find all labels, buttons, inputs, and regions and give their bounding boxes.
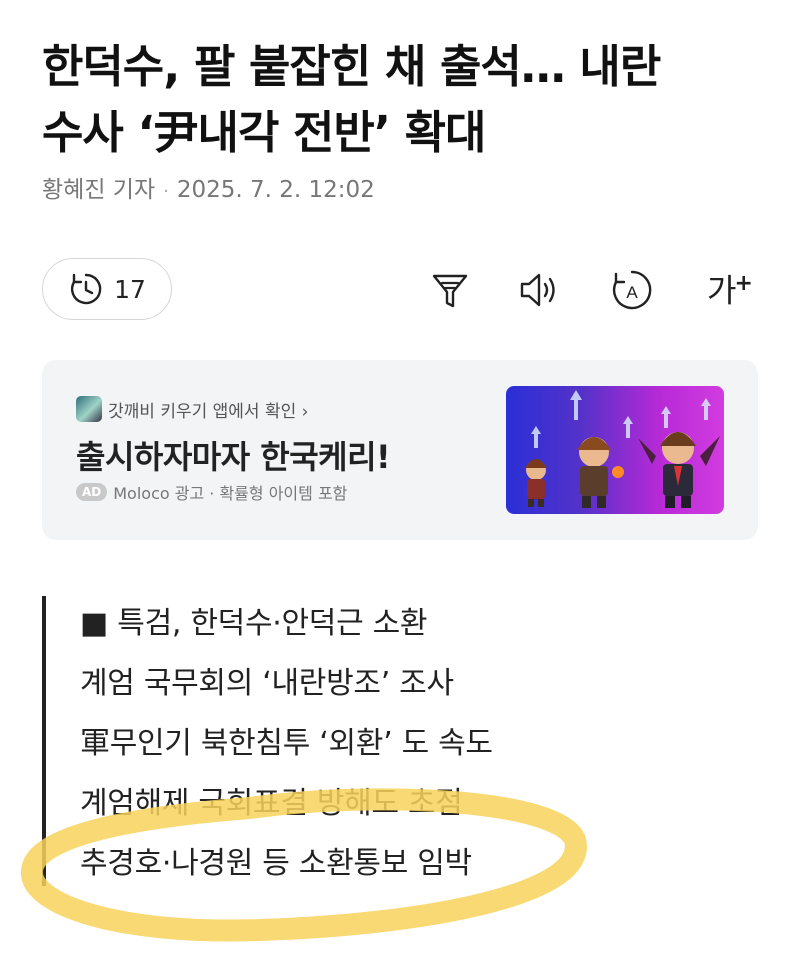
summary-line: ■ 특검, 한덕수·안덕근 소환 <box>80 606 428 641</box>
comment-button[interactable]: 17 <box>42 258 172 320</box>
ad-source[interactable]: 갓깨비 키우기 앱에서 확인 › <box>76 396 308 422</box>
article-toolbar: 17 A 가+ <box>42 258 758 322</box>
ad-source-label: 갓깨비 키우기 앱에서 확인 › <box>108 401 309 422</box>
byline-separator: · <box>163 181 169 202</box>
speaker-icon <box>520 273 555 307</box>
font-size-label: 가 <box>707 271 737 310</box>
translate-icon: A <box>612 270 652 310</box>
app-icon <box>76 396 102 422</box>
font-size-button[interactable]: 가+ <box>702 268 758 312</box>
game-characters-image <box>525 390 720 508</box>
summary-line: 軍무인기 북한침투 ‘외환’ 도 속도 <box>80 726 493 761</box>
headline-line-1: 한덕수, 팔 붙잡힌 채 출석… 내란 <box>42 40 661 94</box>
svg-text:A: A <box>626 283 638 302</box>
filter-icon <box>432 274 468 308</box>
font-size-plus: + <box>734 271 753 297</box>
article-headline: 한덕수, 팔 붙잡힌 채 출석… 내란 수사 ‘尹내각 전반’ 확대 <box>42 34 762 166</box>
summary-line: 계엄 국무회의 ‘내란방조’ 조사 <box>80 666 454 701</box>
ad-image[interactable] <box>506 386 724 514</box>
author-name[interactable]: 황혜진 기자 <box>42 177 155 203</box>
clock-icon <box>71 273 102 305</box>
comment-count: 17 <box>114 274 146 304</box>
font-size-icon: 가+ <box>707 273 753 307</box>
ad-meta: AD Moloco 광고 · 확률형 아이템 포함 <box>76 480 347 504</box>
translate-button[interactable]: A <box>610 268 654 312</box>
summary-line: 추경호·나경원 등 소환통보 임박 <box>80 846 472 881</box>
filter-button[interactable] <box>428 268 472 312</box>
ad-title[interactable]: 출시하자마자 한국케리! <box>76 432 391 478</box>
ad-badge: AD <box>76 483 108 501</box>
ad-card[interactable]: 갓깨비 키우기 앱에서 확인 › 출시하자마자 한국케리! AD Moloco … <box>42 360 758 540</box>
article-page: 한덕수, 팔 붙잡힌 채 출석… 내란 수사 ‘尹내각 전반’ 확대 황혜진 기… <box>0 0 800 955</box>
byline: 황혜진 기자 · 2025. 7. 2. 12:02 <box>42 170 375 204</box>
read-aloud-button[interactable] <box>518 268 562 312</box>
ad-advertiser: Moloco 광고 · 확률형 아이템 포함 <box>113 484 348 503</box>
summary-line: 계엄해제 국회표결 방해도 초점 <box>80 786 463 821</box>
article-summary: ■ 특검, 한덕수·안덕근 소환 계엄 국무회의 ‘내란방조’ 조사 軍무인기 … <box>42 596 746 886</box>
headline-line-2: 수사 ‘尹내각 전반’ 확대 <box>42 106 486 160</box>
publish-datetime: 2025. 7. 2. 12:02 <box>176 177 375 203</box>
